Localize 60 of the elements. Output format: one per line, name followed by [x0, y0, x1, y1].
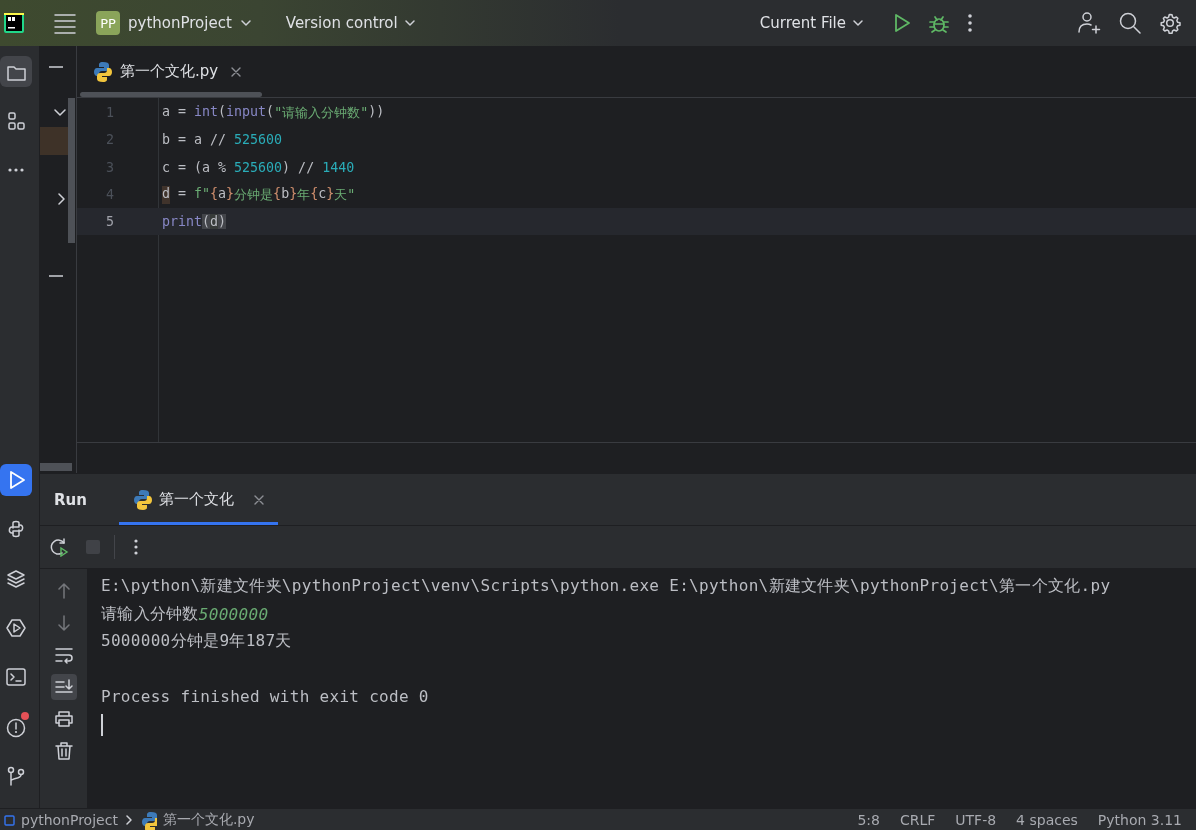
console-line: 5000000分钟是9年187天 [101, 630, 293, 653]
console-line: 请输入分钟数5000000 [101, 602, 270, 626]
breadcrumb[interactable]: pythonProject [4, 811, 118, 828]
code-line: d = f"{a}分钟是{b}年{c}天" [162, 185, 356, 204]
chevron-down-icon[interactable] [239, 17, 252, 29]
rerun-icon [49, 537, 69, 557]
status-bar-item[interactable]: Python 3.11 [1087, 811, 1192, 828]
project-badge: PP [96, 11, 120, 35]
status-bar-item[interactable]: CRLF [889, 811, 946, 828]
run-tab[interactable]: 第一个文化 [118, 474, 278, 525]
folder-tool-button[interactable] [0, 56, 32, 88]
editor-tab[interactable]: 第一个文化.py [93, 59, 242, 84]
code-line: b = a // 525600 [162, 132, 283, 148]
python-icon [132, 487, 153, 512]
settings-icon[interactable] [1159, 12, 1181, 34]
code-line: print(d) [162, 214, 227, 230]
trash-icon [53, 741, 74, 761]
structure-icon [5, 110, 27, 133]
chevron-down-icon[interactable] [852, 17, 864, 29]
search-icon[interactable] [1119, 12, 1141, 34]
printer-icon [53, 709, 74, 729]
code-line: c = (a % 525600) // 1440 [162, 159, 355, 175]
status-bar-item[interactable]: UTF-8 [945, 811, 1007, 828]
layers-icon [5, 567, 27, 590]
terminal-icon [5, 666, 27, 689]
close-icon[interactable] [253, 494, 264, 505]
scrollbar-thumb[interactable] [68, 98, 75, 243]
run-tool-button[interactable] [0, 464, 32, 496]
chevron-right-icon[interactable] [58, 193, 65, 205]
services-icon [5, 617, 27, 640]
status-bar-item[interactable]: 5:8 [847, 811, 890, 828]
line-number: 5 [105, 214, 114, 230]
project-selector[interactable]: PP pythonProject [90, 7, 258, 39]
text-cursor [101, 713, 103, 736]
add-user-icon[interactable] [1077, 11, 1101, 35]
chevron-down-icon[interactable] [403, 17, 416, 29]
console-line: Process finished with exit code 0 [101, 686, 430, 709]
app-logo[interactable] [4, 13, 24, 33]
status-bar-item[interactable]: 4 spaces [1006, 811, 1088, 828]
scroll-to-end-button[interactable] [50, 674, 77, 700]
run-icon[interactable] [893, 13, 911, 33]
scrollbar-thumb[interactable] [80, 92, 262, 97]
version-control-menu[interactable]: Version control [279, 10, 422, 36]
menu-icon[interactable] [54, 12, 76, 34]
python-icon [93, 59, 113, 84]
tool-window-title: Run [54, 490, 87, 509]
console-line: E:\python\新建文件夹\pythonProject\venv\Scripts\python.exe E:\python\新建文件夹\pythonProject\第一个文化.py [101, 575, 1112, 598]
code-line: a = int(input("请输入分钟数")) [162, 103, 385, 122]
run-configuration-menu[interactable]: Current File [753, 10, 870, 36]
scrollbar-thumb[interactable] [40, 463, 72, 471]
chevron-right-icon [125, 814, 133, 825]
more-vertical-icon[interactable] [967, 13, 973, 33]
chevron-down-icon[interactable] [54, 109, 66, 116]
more-icon [8, 168, 24, 173]
git-icon [5, 765, 27, 788]
close-icon[interactable] [231, 66, 242, 77]
python-icon [140, 809, 157, 830]
soft-wrap-icon [53, 645, 74, 665]
more-vertical-icon [134, 539, 138, 555]
breadcrumb[interactable]: 第一个文化.py [140, 809, 255, 830]
